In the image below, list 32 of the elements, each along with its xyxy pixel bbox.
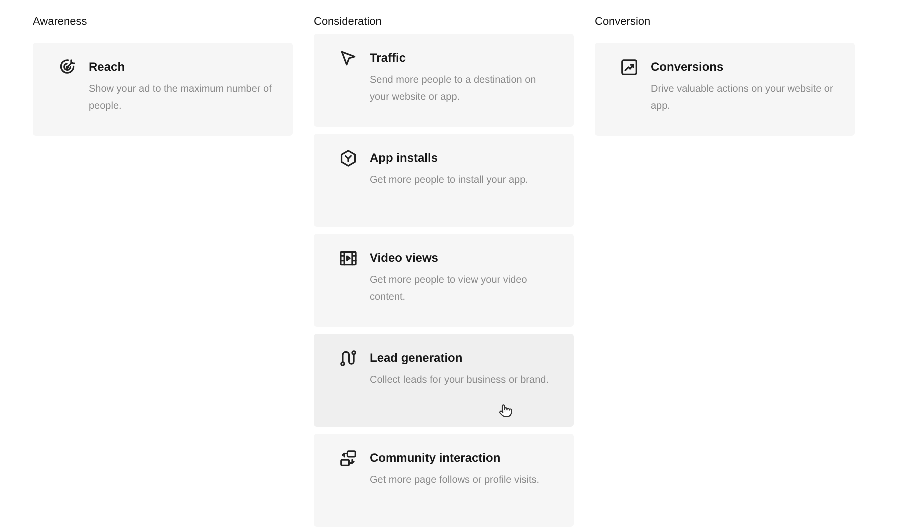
hexagon-icon (339, 149, 358, 168)
card-description: Get more page follows or profile visits. (370, 474, 540, 488)
card-description: Show your ad to the maximum number of people. (89, 83, 273, 114)
card-description: Send more people to a destination on your website or app. (370, 74, 538, 105)
objective-card[interactable]: Traffic Send more people to a destination on your website or app. (314, 34, 574, 127)
card-title: Reach (89, 59, 126, 76)
objective-card[interactable]: App installs Get more people to install your app. (314, 134, 574, 227)
cursor-arrow-icon (339, 49, 358, 68)
target-icon (58, 58, 77, 77)
card-title: Community interaction (370, 450, 502, 467)
card-title: Video views (370, 250, 440, 267)
route-icon (339, 349, 358, 368)
trend-chart-icon (620, 58, 639, 77)
objective-card[interactable]: Conversions Drive valuable actions on your website or app. (595, 43, 855, 136)
objective-card[interactable]: Community interaction Get more page follows or profile visits. (314, 434, 574, 527)
card-description: Collect leads for your business or brand. (370, 374, 549, 388)
card-description: Get more people to view your video content. (370, 274, 528, 305)
card-title: Traffic (370, 50, 408, 67)
objective-card[interactable]: Reach Show your ad to the maximum number of people. (33, 43, 293, 136)
card-title: Lead generation (370, 350, 464, 367)
objective-card[interactable]: Lead generation Collect leads for your business or brand. (314, 334, 574, 427)
film-icon (339, 249, 358, 268)
card-title: Conversions (651, 59, 725, 76)
card-description: Drive valuable actions on your website or app. (651, 83, 834, 114)
card-title: App installs (370, 150, 440, 167)
column-heading: Conversion (595, 15, 652, 30)
objective-card[interactable]: Video views Get more people to view your video content. (314, 234, 574, 327)
swap-icon (339, 449, 358, 468)
column-heading: Consideration (314, 15, 383, 30)
card-description: Get more people to install your app. (370, 174, 528, 188)
column-heading: Awareness (33, 15, 88, 30)
hand-cursor-icon (499, 404, 513, 418)
